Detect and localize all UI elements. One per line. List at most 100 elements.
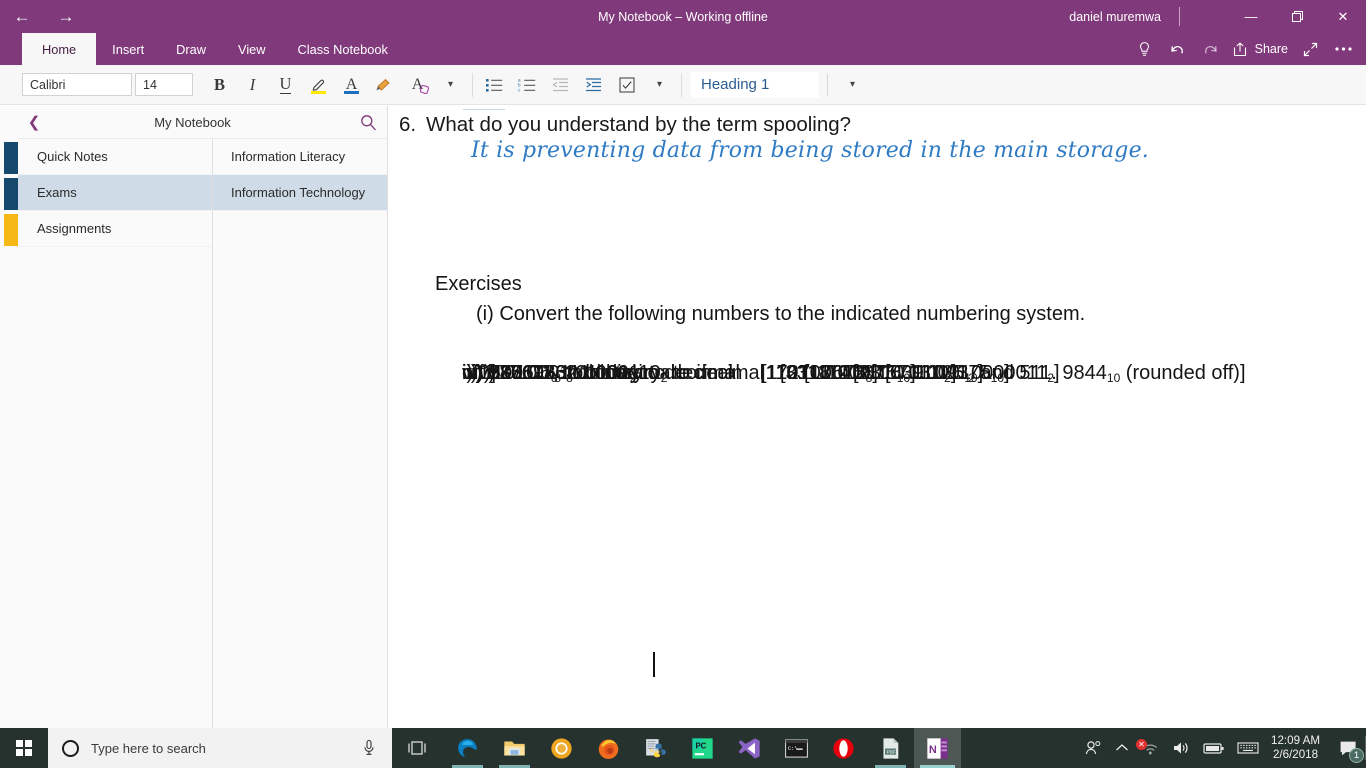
ribbon-tabs: Home Insert Draw View Class Notebook (22, 33, 404, 65)
question-text: What do you understand by the term spool… (426, 113, 852, 136)
exercise-item-label: v) 7106. 532 to binary (467, 362, 661, 384)
section-item-quick-notes[interactable]: Quick Notes (18, 139, 212, 175)
exercises-heading[interactable]: Exercises (435, 273, 522, 296)
bulleted-list-button[interactable] (478, 69, 511, 101)
windows-start-icon (15, 739, 33, 757)
restore-button[interactable] (1274, 0, 1320, 33)
section-item-assignments[interactable]: Assignments (18, 211, 212, 247)
tab-home[interactable]: Home (22, 33, 97, 65)
full-screen-icon[interactable] (1294, 33, 1327, 65)
font-options-more-button[interactable]: ▾ (434, 69, 467, 101)
network-error-badge: ✕ (1136, 739, 1148, 750)
chevron-down-icon: ▾ (656, 79, 663, 90)
font-size-input[interactable]: 14 (135, 73, 193, 96)
page-item-information-literacy[interactable]: Information Literacy (213, 139, 387, 175)
font-color-button[interactable]: A (335, 69, 368, 101)
task-view-button[interactable] (396, 728, 438, 768)
ribbon-tab-strip: Home Insert Draw View Class Notebook Sha… (0, 33, 1366, 65)
window-controls: — ✕ (1228, 0, 1366, 33)
undo-icon[interactable] (1161, 33, 1194, 65)
taskbar-app-vscode-icon[interactable] (726, 728, 773, 768)
taskbar-app-opera-icon[interactable] (820, 728, 867, 768)
taskbar-app-command-prompt-icon[interactable]: C:\ (773, 728, 820, 768)
search-icon[interactable] (349, 114, 387, 131)
action-center-button[interactable]: 1 (1330, 728, 1366, 768)
svg-text:C:\: C:\ (788, 745, 798, 752)
chevron-down-icon: ▾ (849, 79, 856, 90)
highlight-button[interactable] (302, 69, 335, 101)
clock-time: 12:09 AM (1271, 734, 1320, 747)
sections-list: Quick Notes Exams Assignments (18, 139, 213, 728)
share-label: Share (1254, 42, 1288, 56)
note-page-canvas[interactable]: 6. What do you understand by the term spo… (389, 106, 1366, 728)
section-color-quick-notes (4, 142, 18, 174)
clock-date: 2/6/2018 (1272, 748, 1319, 761)
tab-insert[interactable]: Insert (96, 33, 160, 65)
notebook-header: ❮ My Notebook (18, 106, 387, 139)
taskbar-app-chrome-icon[interactable] (538, 728, 585, 768)
title-bar-divider (1179, 7, 1180, 26)
handwritten-answer[interactable]: It is preventing data from being stored … (471, 138, 1149, 163)
taskbar-app-file-explorer-icon[interactable] (491, 728, 538, 768)
bold-button[interactable]: B (203, 69, 236, 101)
numbered-list-button[interactable]: a b c (511, 69, 544, 101)
decrease-indent-button[interactable] (544, 69, 577, 101)
taskbar-app-pdf-reader-icon[interactable]: PDF (867, 728, 914, 768)
styles-more-button[interactable]: ▾ (836, 69, 869, 101)
share-button[interactable]: Share (1227, 33, 1294, 65)
taskbar-search-box[interactable]: Type here to search (48, 728, 392, 768)
people-icon[interactable] (1078, 728, 1109, 768)
page-item-information-technology[interactable]: Information Technology (213, 175, 387, 211)
pages-list: Information Literacy Information Technol… (213, 139, 387, 728)
question-line[interactable]: 6. What do you understand by the term spo… (399, 113, 1299, 137)
quick-access-toolbar: Share (1128, 33, 1360, 65)
system-tray: ✕ 12:09 AM 2/6/2018 1 (1078, 728, 1366, 768)
redo-icon[interactable] (1194, 33, 1227, 65)
numbered-list-icon: a b c (518, 77, 536, 92)
taskbar-clock[interactable]: 12:09 AM 2/6/2018 (1265, 728, 1330, 768)
font-color-swatch (344, 90, 359, 94)
microphone-icon[interactable] (362, 739, 376, 761)
cortana-circle-icon (62, 739, 79, 757)
style-selector[interactable]: Heading 1 (691, 71, 819, 98)
ribbon-divider (472, 72, 473, 97)
increase-indent-button[interactable] (577, 69, 610, 101)
section-color-assignments (4, 214, 18, 246)
exercises-intro[interactable]: (i) Convert the following numbers to the… (476, 303, 1085, 326)
lightbulb-icon[interactable] (1128, 33, 1161, 65)
format-painter-icon (376, 78, 390, 91)
close-button[interactable]: ✕ (1320, 0, 1366, 33)
underline-label: U (279, 74, 292, 94)
underline-button[interactable]: U (269, 69, 302, 101)
svg-text:PDF: PDF (887, 749, 896, 754)
touch-keyboard-icon[interactable] (1231, 728, 1265, 768)
checkbox-tag-icon (619, 77, 634, 92)
tab-view[interactable]: View (222, 33, 282, 65)
show-hidden-icons-chevron[interactable] (1109, 728, 1135, 768)
todo-tag-button[interactable] (610, 69, 643, 101)
clipped-text-above (463, 106, 505, 110)
tab-class-notebook[interactable]: Class Notebook (282, 33, 404, 65)
account-name[interactable]: daniel muremwa (1069, 0, 1161, 33)
taskbar-app-edge-icon[interactable] (444, 728, 491, 768)
notebook-name[interactable]: My Notebook (36, 115, 349, 130)
format-painter-button[interactable] (368, 69, 401, 101)
svg-text:N: N (929, 744, 937, 756)
minimize-button[interactable]: — (1228, 0, 1274, 33)
section-item-exams[interactable]: Exams (18, 175, 212, 211)
start-button[interactable] (0, 728, 48, 768)
volume-icon[interactable] (1166, 728, 1197, 768)
more-options-icon[interactable] (1327, 33, 1360, 65)
taskbar-app-firefox-icon[interactable] (585, 728, 632, 768)
battery-icon[interactable] (1197, 728, 1231, 768)
text-cursor (653, 652, 655, 677)
wifi-disconnected-icon[interactable]: ✕ (1135, 728, 1166, 768)
clear-formatting-button[interactable]: A (401, 69, 434, 101)
taskbar-app-python-icon[interactable] (632, 728, 679, 768)
taskbar-app-pycharm-icon[interactable]: PC (679, 728, 726, 768)
tab-draw[interactable]: Draw (160, 33, 222, 65)
taskbar-app-onenote-icon[interactable]: N (914, 728, 961, 768)
font-name-input[interactable]: Calibri (22, 73, 132, 96)
italic-button[interactable]: I (236, 69, 269, 101)
tags-more-button[interactable]: ▾ (643, 69, 676, 101)
